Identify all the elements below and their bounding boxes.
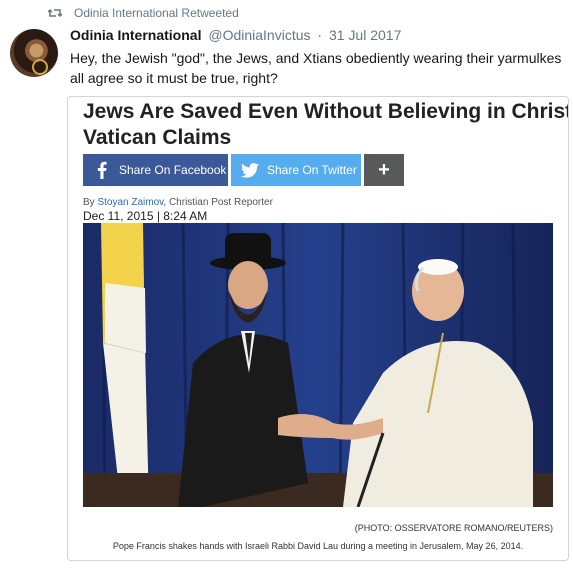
share-twitter-button[interactable]: Share On Twitter <box>231 154 361 186</box>
article-author-link[interactable]: Stoyan Zaimov <box>97 197 163 208</box>
photo-caption: Pope Francis shakes hands with Israeli R… <box>112 541 524 551</box>
article-date: Dec 11, 2015 | 8:24 AM <box>83 209 208 223</box>
share-more-button[interactable]: + <box>364 154 404 186</box>
tweet-date[interactable]: 31 Jul 2017 <box>329 27 401 43</box>
share-facebook-label: Share On Facebook <box>119 163 227 177</box>
headline-line-1: Jews Are Saved Even Without Believing in… <box>83 100 569 123</box>
tweet-text: Hey, the Jewish "god", the Jews, and Xti… <box>70 50 562 86</box>
retweet-label: Odinia International Retweeted <box>74 6 239 20</box>
author-name[interactable]: Odinia International <box>70 27 201 43</box>
article-headline: Jews Are Saved Even Without Believing in… <box>83 99 568 151</box>
share-twitter-label: Share On Twitter <box>267 163 357 177</box>
article-photo[interactable] <box>83 223 553 507</box>
headline-line-2: Vatican Claims <box>83 126 232 149</box>
byline: By Stoyan Zaimov, Christian Post Reporte… <box>83 197 273 208</box>
facebook-icon <box>91 161 113 179</box>
header-separator: · <box>317 27 323 43</box>
tweet-header: Odinia International @OdiniaInvictus · 3… <box>70 27 401 43</box>
share-facebook-button[interactable]: Share On Facebook <box>83 154 228 186</box>
share-bar: Share On Facebook Share On Twitter + <box>83 154 407 186</box>
retweet-context[interactable]: Odinia International Retweeted <box>48 6 239 20</box>
article-card[interactable]: Jews Are Saved Even Without Believing in… <box>67 96 569 561</box>
photo-illustration <box>83 223 553 507</box>
retweet-icon <box>48 8 62 18</box>
plus-icon: + <box>378 158 390 181</box>
author-handle[interactable]: @OdiniaInvictus <box>208 27 310 43</box>
byline-prefix: By <box>83 197 95 208</box>
twitter-bird-icon <box>239 162 261 178</box>
photo-credit: (PHOTO: OSSERVATORE ROMANO/REUTERS) <box>354 523 553 533</box>
author-role: , Christian Post Reporter <box>163 197 273 208</box>
avatar[interactable] <box>10 29 58 77</box>
